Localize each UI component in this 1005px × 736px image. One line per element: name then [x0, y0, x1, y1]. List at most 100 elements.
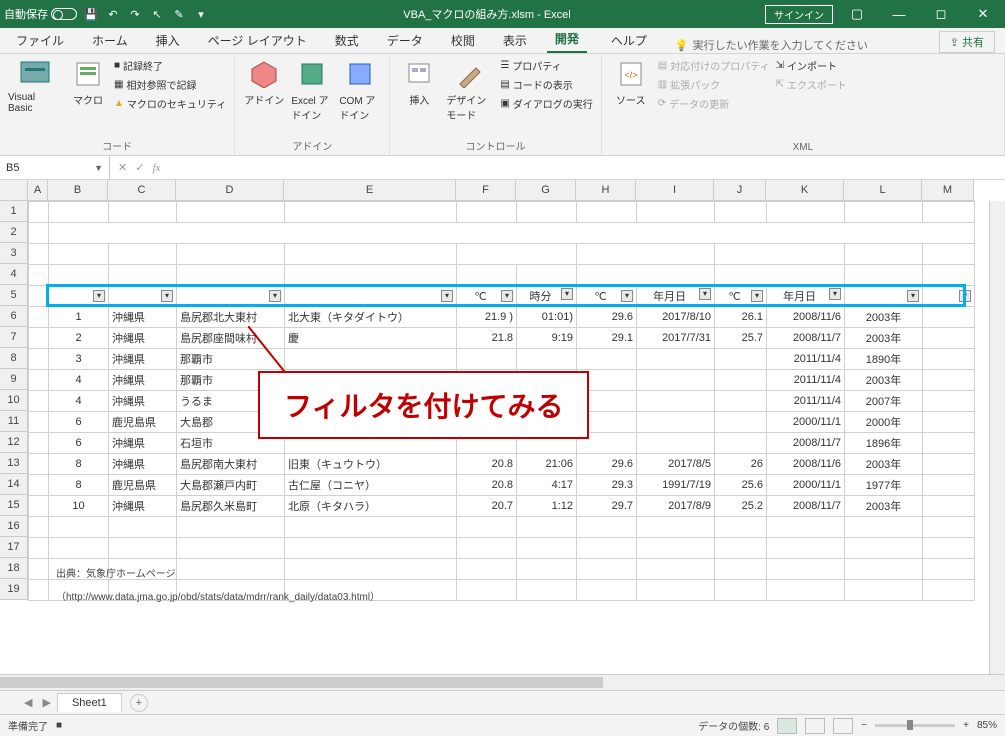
minimize-icon[interactable]: — [881, 7, 917, 22]
fx-icon[interactable]: fx [152, 162, 160, 174]
column-headers[interactable]: ABCDEFGHIJKLM [28, 180, 989, 201]
col-header-E[interactable]: E [284, 180, 456, 201]
horizontal-scrollbar[interactable] [0, 674, 1005, 690]
col-header-D[interactable]: D [176, 180, 284, 201]
row-header-3[interactable]: 3 [0, 243, 28, 264]
qat-dropdown-icon[interactable]: ▾ [193, 6, 209, 22]
tell-me[interactable]: 💡 実行したい作業を入力してください [675, 37, 868, 53]
add-sheet-button[interactable]: + [130, 694, 148, 712]
row-header-11[interactable]: 11 [0, 411, 28, 432]
ribbon-group-addins: アドイン Excel アドイン COM アドイン アドイン [235, 54, 390, 155]
row-header-14[interactable]: 14 [0, 474, 28, 495]
row-header-12[interactable]: 12 [0, 432, 28, 453]
ribbon-options-icon[interactable]: ▢ [839, 6, 875, 22]
undo-icon[interactable]: ↶ [105, 6, 121, 22]
select-all-corner[interactable] [0, 180, 28, 201]
row-header-2[interactable]: 2 [0, 222, 28, 243]
zoom-slider[interactable] [875, 724, 955, 727]
tab-layout[interactable]: ページ レイアウト [200, 28, 315, 53]
save-icon[interactable]: 💾 [83, 6, 99, 22]
tab-view[interactable]: 表示 [495, 28, 535, 53]
row-header-9[interactable]: 9 [0, 369, 28, 390]
col-header-G[interactable]: G [516, 180, 576, 201]
grid-icon: ▦ [114, 79, 123, 90]
macros-button[interactable]: マクロ [68, 58, 108, 107]
signin-button[interactable]: サインイン [765, 5, 833, 24]
vertical-scrollbar[interactable] [989, 201, 1005, 674]
col-header-A[interactable]: A [28, 180, 48, 201]
code-icon: ▤ [500, 79, 509, 90]
zoom-out-button[interactable]: − [861, 720, 867, 731]
tab-nav-next-icon[interactable]: ▶ [38, 696, 54, 709]
close-icon[interactable]: ✕ [965, 6, 1001, 22]
excel-addin-button[interactable]: Excel アドイン [291, 58, 333, 122]
col-header-J[interactable]: J [714, 180, 766, 201]
row-header-19[interactable]: 19 [0, 579, 28, 600]
share-icon: ⇪ [950, 37, 959, 49]
row-header-8[interactable]: 8 [0, 348, 28, 369]
name-box[interactable]: B5 ▼ [0, 156, 110, 179]
insert-control-button[interactable]: 挿入 [398, 58, 440, 107]
row-header-16[interactable]: 16 [0, 516, 28, 537]
tab-formulas[interactable]: 数式 [327, 28, 367, 53]
addin-button[interactable]: アドイン [243, 58, 285, 107]
col-header-L[interactable]: L [844, 180, 922, 201]
col-header-C[interactable]: C [108, 180, 176, 201]
row-header-17[interactable]: 17 [0, 537, 28, 558]
pointer-icon[interactable]: ↖ [149, 6, 165, 22]
namebox-dropdown-icon[interactable]: ▼ [94, 163, 103, 173]
formula-input[interactable] [168, 156, 1005, 179]
zoom-in-button[interactable]: + [963, 720, 969, 731]
maximize-icon[interactable]: ◻ [923, 6, 959, 22]
autosave-toggle[interactable]: 自動保存 [4, 6, 77, 22]
row-header-13[interactable]: 13 [0, 453, 28, 474]
tab-review[interactable]: 校閲 [443, 28, 483, 53]
window-title: VBA_マクロの組み方.xlsm - Excel [209, 6, 765, 22]
col-header-I[interactable]: I [636, 180, 714, 201]
visual-basic-button[interactable]: Visual Basic [8, 58, 62, 114]
cancel-formula-icon[interactable]: ✕ [118, 161, 127, 174]
row-header-5[interactable]: 5 [0, 285, 28, 306]
row-header-10[interactable]: 10 [0, 390, 28, 411]
tab-help[interactable]: ヘルプ [603, 28, 655, 53]
redo-icon[interactable]: ↷ [127, 6, 143, 22]
row-header-4[interactable]: 4 [0, 264, 28, 285]
share-button[interactable]: ⇪ 共有 [939, 31, 995, 53]
col-header-B[interactable]: B [48, 180, 108, 201]
source-button[interactable]: </> ソース [610, 58, 652, 107]
col-header-M[interactable]: M [922, 180, 974, 201]
row-header-6[interactable]: 6 [0, 306, 28, 327]
row-header-18[interactable]: 18 [0, 558, 28, 579]
col-header-K[interactable]: K [766, 180, 844, 201]
record-stop-button[interactable]: ■記録終了 [114, 58, 226, 73]
view-code-button[interactable]: ▤コードの表示 [500, 77, 592, 92]
refresh-button: ⟳データの更新 [658, 96, 770, 111]
macro-security-button[interactable]: ▲マクロのセキュリティ [114, 96, 226, 111]
visual-basic-icon [19, 58, 51, 90]
import-button[interactable]: ⇲インポート [776, 58, 847, 73]
com-addin-button[interactable]: COM アドイン [339, 58, 381, 122]
enter-formula-icon[interactable]: ✓ [135, 161, 144, 174]
col-header-F[interactable]: F [456, 180, 516, 201]
properties-button[interactable]: ☰プロパティ [500, 58, 592, 73]
run-dialog-button[interactable]: ▣ダイアログの実行 [500, 96, 592, 111]
sheet-tab[interactable]: Sheet1 [57, 693, 122, 712]
tab-home[interactable]: ホーム [84, 28, 136, 53]
row-header-7[interactable]: 7 [0, 327, 28, 348]
macro-record-icon[interactable]: ■ [56, 720, 62, 731]
row-header-1[interactable]: 1 [0, 201, 28, 222]
relative-ref-button[interactable]: ▦相対参照で記録 [114, 77, 226, 92]
worksheet[interactable]: ABCDEFGHIJKLM 12345678910111213141516171… [0, 180, 1005, 674]
tab-insert[interactable]: 挿入 [148, 28, 188, 53]
design-mode-button[interactable]: デザイン モード [446, 58, 494, 122]
row-headers[interactable]: 12345678910111213141516171819 [0, 201, 28, 600]
col-header-H[interactable]: H [576, 180, 636, 201]
tab-data[interactable]: データ [379, 28, 431, 53]
tab-nav-prev-icon[interactable]: ◀ [20, 696, 36, 709]
expansion-button[interactable]: ▥拡張パック [658, 77, 770, 92]
row-header-15[interactable]: 15 [0, 495, 28, 516]
tab-file[interactable]: ファイル [8, 28, 72, 53]
titlebar: 自動保存 💾 ↶ ↷ ↖ ✎ ▾ VBA_マクロの組み方.xlsm - Exce… [0, 0, 1005, 28]
touch-icon[interactable]: ✎ [171, 6, 187, 22]
tab-developer[interactable]: 開発 [547, 26, 587, 53]
